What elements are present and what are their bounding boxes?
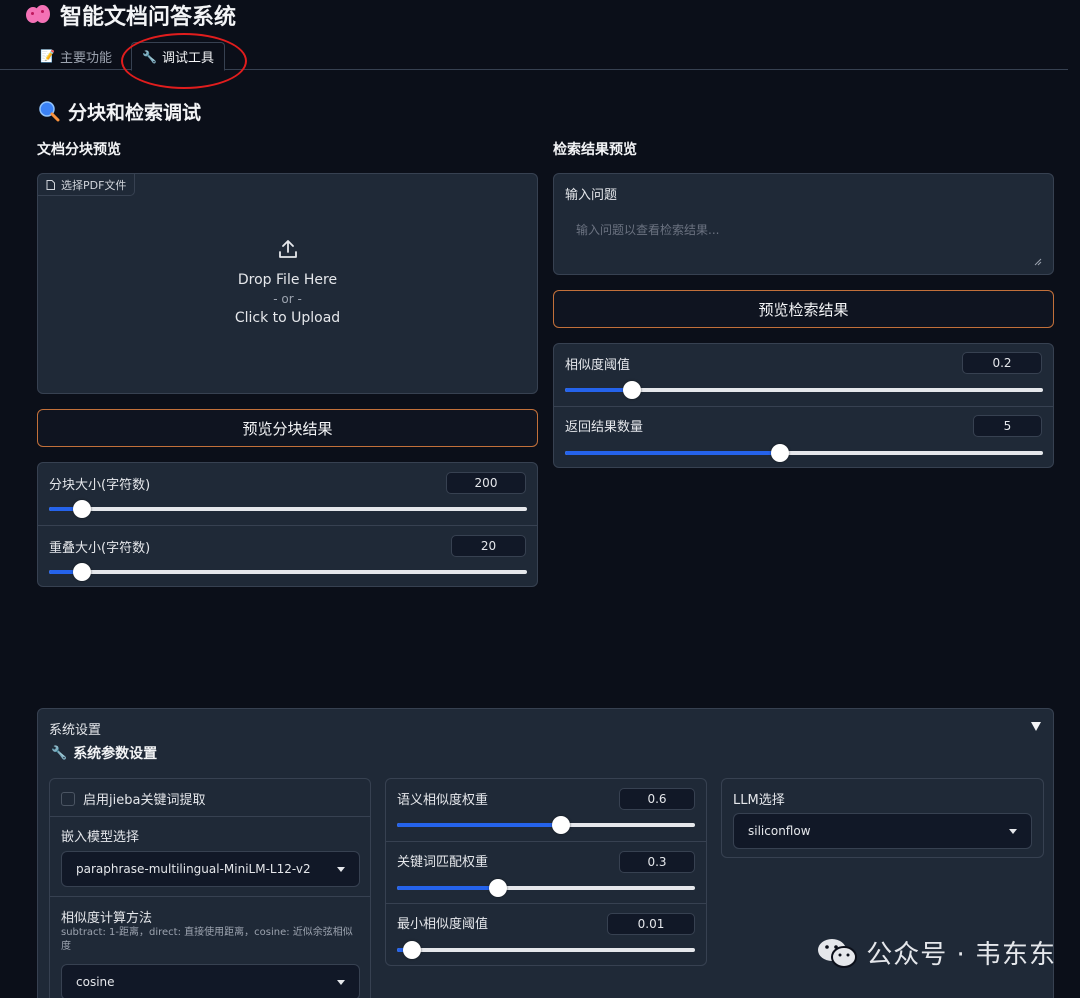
threshold-input[interactable]: 0.2	[962, 352, 1042, 374]
wrench-icon: 🔧	[142, 49, 157, 64]
settings-title-text: 系统参数设置	[73, 746, 158, 762]
weight-settings-panel: 语义相似度权重 0.6 关键词匹配权重 0.3 最小相似度阈值 0.01	[385, 778, 707, 966]
preview-chunks-button[interactable]: 预览分块结果	[37, 409, 538, 447]
sim-method-info: subtract: 1-距离，direct: 直接使用距离，cosine: 近似…	[61, 927, 353, 952]
memo-icon: 📝	[40, 49, 55, 63]
overlap-size-input[interactable]: 20	[451, 535, 526, 557]
semantic-weight-thumb[interactable]	[551, 816, 570, 834]
chevron-down-icon	[1009, 828, 1017, 834]
upload-label-text: 选择PDF文件	[61, 178, 127, 192]
watermark-text: 公众号 · 韦东东	[866, 940, 1056, 970]
overlap-size-slider[interactable]	[49, 563, 527, 581]
chevron-down-icon	[337, 979, 345, 985]
keyword-weight-label: 关键词匹配权重	[397, 855, 489, 870]
chunk-size-slider[interactable]	[49, 500, 527, 518]
top-k-thumb[interactable]	[771, 444, 790, 462]
file-icon	[46, 179, 55, 190]
or-text: - or -	[273, 292, 302, 306]
upload-instructions: Drop File Here - or - Click to Upload	[37, 238, 538, 326]
chunk-size-thumb[interactable]	[73, 500, 92, 518]
chunk-settings-panel: 分块大小(字符数) 200 重叠大小(字符数) 20	[37, 462, 538, 587]
keyword-weight-input[interactable]: 0.3	[619, 851, 695, 873]
tab-main-label: 主要功能	[59, 50, 112, 66]
divider	[38, 525, 537, 526]
settings-title: 🔧 系统参数设置	[51, 743, 157, 763]
drop-file-text: Drop File Here	[237, 272, 338, 288]
preview-retrieval-button[interactable]: 预览检索结果	[553, 290, 1054, 328]
wrench-icon: 🔧	[51, 745, 68, 761]
app-title: 智能文档问答系统	[26, 0, 236, 30]
divider	[50, 896, 370, 897]
overlap-size-thumb[interactable]	[73, 563, 92, 581]
retrieval-settings-panel: 相似度阈值 0.2 返回结果数量 5	[553, 343, 1054, 468]
llm-label: LLM选择	[733, 793, 785, 808]
divider	[554, 406, 1053, 407]
top-k-input[interactable]: 5	[973, 415, 1042, 437]
upload-label: 选择PDF文件	[38, 174, 136, 196]
question-label: 输入问题	[565, 188, 618, 203]
divider	[386, 903, 706, 904]
tab-debug-label: 调试工具	[161, 51, 214, 66]
keyword-weight-fill	[397, 886, 499, 890]
chunk-preview-title: 文档分块预览	[37, 142, 121, 158]
sim-method-value: cosine	[76, 975, 115, 989]
llm-select[interactable]: siliconflow	[733, 813, 1032, 849]
embed-model-label: 嵌入模型选择	[61, 830, 140, 845]
semantic-weight-slider[interactable]	[397, 816, 695, 834]
semantic-weight-label: 语义相似度权重	[397, 793, 489, 808]
sim-method-label: 相似度计算方法	[61, 911, 153, 926]
click-upload-text: Click to Upload	[234, 310, 341, 326]
divider	[386, 841, 706, 842]
threshold-slider[interactable]	[565, 381, 1043, 399]
retrieval-options-panel: 启用jieba关键词提取 嵌入模型选择 paraphrase-multiling…	[49, 778, 371, 998]
debug-section-title-text: 分块和检索调试	[68, 101, 202, 124]
question-placeholder: 输入问题以查看检索结果...	[576, 223, 720, 237]
semantic-weight-fill	[397, 823, 561, 827]
question-input[interactable]: 输入问题以查看检索结果...	[565, 211, 1043, 269]
semantic-weight-input[interactable]: 0.6	[619, 788, 695, 810]
magnifier-icon	[39, 101, 60, 122]
threshold-label: 相似度阈值	[565, 358, 631, 373]
app-title-text: 智能文档问答系统	[60, 5, 237, 30]
retrieval-preview-title: 检索结果预览	[553, 142, 637, 158]
divider	[50, 816, 370, 817]
embed-model-select[interactable]: paraphrase-multilingual-MiniLM-L12-v2	[61, 851, 360, 887]
jieba-checkbox[interactable]	[61, 791, 75, 806]
question-panel: 输入问题 输入问题以查看检索结果...	[553, 173, 1054, 275]
brain-icon	[26, 4, 52, 26]
top-k-slider[interactable]	[565, 444, 1043, 462]
jieba-label: 启用jieba关键词提取	[83, 793, 206, 808]
embed-model-value: paraphrase-multilingual-MiniLM-L12-v2	[76, 862, 311, 876]
accordion-label[interactable]: 系统设置	[49, 719, 101, 738]
debug-section-title: 分块和检索调试	[38, 98, 201, 124]
keyword-weight-thumb[interactable]	[489, 879, 508, 897]
threshold-thumb[interactable]	[622, 381, 641, 399]
wechat-icon	[818, 938, 858, 968]
chunk-size-label: 分块大小(字符数)	[49, 478, 151, 493]
triangle-down-icon[interactable]	[1031, 722, 1041, 731]
sim-method-select[interactable]: cosine	[61, 964, 360, 998]
llm-settings-panel: LLM选择 siliconflow	[721, 778, 1044, 858]
min-threshold-label: 最小相似度阈值	[397, 917, 489, 932]
min-threshold-input[interactable]: 0.01	[607, 913, 695, 935]
llm-value: siliconflow	[748, 824, 811, 838]
overlap-size-label: 重叠大小(字符数)	[49, 541, 151, 556]
chevron-down-icon	[337, 866, 345, 872]
chunk-size-input[interactable]: 200	[446, 472, 526, 494]
tab-bar: 📝 主要功能 🔧 调试工具	[0, 42, 1068, 71]
watermark: 公众号 · 韦东东	[816, 934, 1056, 971]
tab-main[interactable]: 📝 主要功能	[40, 42, 112, 70]
tab-debug[interactable]: 🔧 调试工具	[131, 42, 225, 71]
min-threshold-thumb[interactable]	[402, 941, 421, 959]
top-k-fill	[565, 451, 781, 455]
jieba-option[interactable]: 启用jieba关键词提取	[61, 789, 205, 808]
keyword-weight-slider[interactable]	[397, 879, 695, 897]
upload-icon	[278, 240, 297, 258]
min-threshold-slider[interactable]	[397, 941, 695, 959]
resize-handle-icon[interactable]	[1034, 258, 1042, 266]
threshold-fill	[565, 388, 632, 392]
top-k-label: 返回结果数量	[565, 420, 644, 435]
